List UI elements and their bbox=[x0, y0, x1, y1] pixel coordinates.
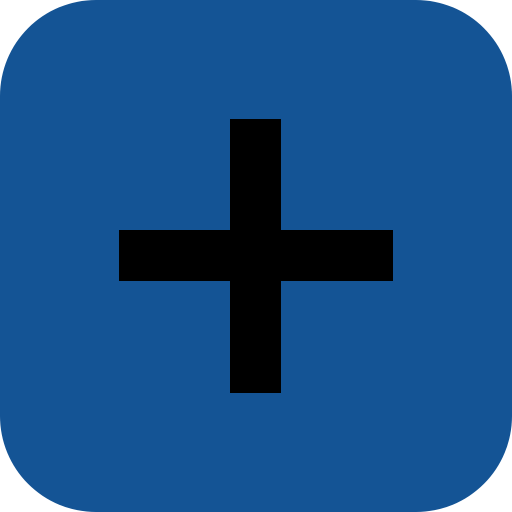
plus-icon-horizontal-stroke bbox=[119, 230, 393, 281]
plus-icon bbox=[0, 0, 512, 512]
add-button[interactable] bbox=[0, 0, 512, 512]
